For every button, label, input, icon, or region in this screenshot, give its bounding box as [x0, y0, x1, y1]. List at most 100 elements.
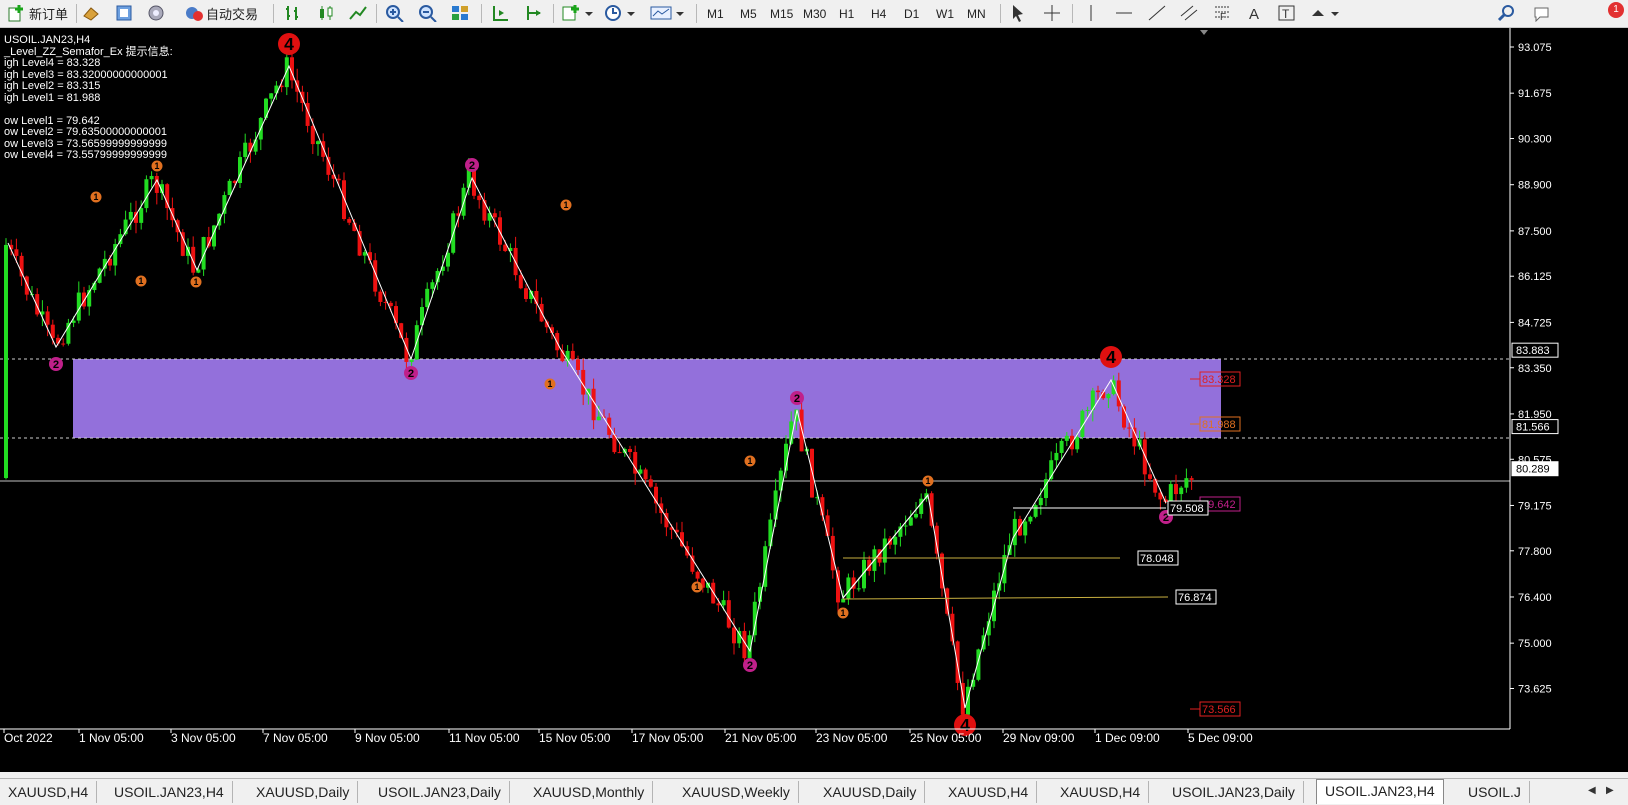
tab-scroll-left-icon[interactable]: ◀	[1588, 785, 1596, 796]
candle-body	[316, 141, 320, 145]
tile-windows-icon[interactable]	[450, 4, 470, 22]
semafor-marker-label: 4	[1106, 347, 1116, 367]
timeframe-m15[interactable]: M15	[770, 5, 793, 23]
info-line	[4, 104, 173, 116]
candle-body	[253, 139, 258, 152]
arrows-dropdown-icon[interactable]	[1309, 4, 1343, 22]
text-label-icon[interactable]: T	[1277, 4, 1297, 22]
time-axis-label: 1 Dec 09:00	[1095, 731, 1160, 745]
candle-body	[342, 180, 346, 220]
level-label: 73.566	[1202, 704, 1236, 716]
tab-xauusd-daily-2[interactable]: XAUUSD,Daily	[815, 781, 926, 803]
candle-body	[893, 536, 898, 545]
tab-xauusd-h4[interactable]: XAUUSD,H4	[0, 781, 98, 803]
timeframe-mn[interactable]: MN	[967, 5, 986, 23]
symbol-header: USOIL.JAN23,H4	[4, 34, 91, 46]
chart-window[interactable]: 4 4 4 2 2 2 2 2 2 1 1 1 1 1 1 1 1 1 1 83.328 81.988 79.642 73.…	[0, 28, 1628, 772]
chart-tabs-bar: XAUUSD,H4 USOIL.JAN23,H4 XAUUSD,Daily US…	[0, 778, 1628, 805]
candle-body	[24, 276, 29, 295]
supply-zone-rectangle[interactable]	[73, 359, 1221, 438]
tab-usoil-h4-active[interactable]: USOIL.JAN23,H4	[1316, 779, 1444, 804]
auto-trading-button[interactable]: 自动交易	[177, 3, 265, 23]
tab-xauusd-weekly[interactable]: XAUUSD,Weekly	[674, 781, 799, 803]
chart-shift-icon[interactable]	[490, 4, 510, 22]
trendline-icon[interactable]	[1147, 4, 1167, 22]
price-axis-label: 93.075	[1518, 42, 1552, 54]
candle-body	[492, 213, 497, 218]
candle-body	[482, 200, 487, 221]
candle-body	[45, 311, 50, 325]
timeframe-d1[interactable]: D1	[904, 5, 919, 23]
price-axis-label: 79.175	[1518, 500, 1552, 512]
tab-xauusd-monthly[interactable]: XAUUSD,Monthly	[525, 781, 654, 803]
support-line-76874	[842, 596, 1169, 600]
autoscroll-icon[interactable]	[524, 4, 544, 22]
line-chart-icon[interactable]	[348, 4, 368, 22]
horizontal-line-icon[interactable]	[1114, 4, 1134, 22]
tab-usoil-daily[interactable]: USOIL.JAN23,Daily	[370, 781, 510, 803]
timeframe-h4[interactable]: H4	[871, 5, 886, 23]
candle-body	[1033, 505, 1038, 517]
search-icon[interactable]	[1497, 4, 1517, 22]
candle-body	[856, 588, 861, 590]
zoom-in-icon[interactable]	[385, 4, 405, 23]
candle-body	[336, 178, 341, 181]
tab-xauusd-h4-2[interactable]: XAUUSD,H4	[940, 781, 1038, 803]
toolbar-separator	[273, 4, 274, 23]
equidistant-channel-icon[interactable]	[1179, 4, 1199, 22]
candle-body	[139, 208, 144, 223]
candle-body	[638, 469, 643, 474]
templates-icon[interactable]	[650, 4, 686, 22]
price-axis-label: 81.566	[1516, 422, 1550, 434]
tab-usoil-h4[interactable]: USOIL.JAN23,H4	[106, 781, 233, 803]
new-order-button[interactable]: 新订单	[4, 3, 72, 23]
candle-body	[498, 217, 502, 245]
navigator-icon[interactable]	[114, 4, 134, 22]
candle-body	[128, 211, 133, 220]
cursor-icon[interactable]	[1008, 4, 1028, 22]
indicators-dropdown-icon[interactable]	[561, 4, 595, 22]
candle-body	[908, 517, 913, 526]
candle-body	[825, 515, 830, 536]
candle-body	[570, 350, 575, 360]
candle-body	[1179, 487, 1184, 495]
candle-body	[1189, 478, 1194, 480]
candle-body	[737, 630, 742, 644]
candle-body	[518, 275, 523, 289]
candle-body	[477, 195, 482, 201]
crosshair-icon[interactable]	[1042, 4, 1062, 22]
fibonacci-icon[interactable]: F	[1212, 4, 1232, 23]
tab-usoil-daily-2[interactable]: USOIL.JAN23,Daily	[1164, 781, 1304, 803]
semafor-marker-label: 1	[139, 276, 144, 286]
globe-icon[interactable]	[146, 4, 166, 22]
candle-body	[1174, 484, 1178, 495]
timeframe-m1[interactable]: M1	[707, 5, 724, 23]
time-axis-label: 17 Nov 05:00	[632, 731, 704, 745]
semafor-marker-label: 1	[748, 456, 753, 466]
tab-scroll-right-icon[interactable]: ▶	[1606, 785, 1614, 796]
vertical-line-icon[interactable]	[1081, 4, 1101, 22]
candle-body	[310, 125, 315, 145]
candle-body	[1075, 437, 1080, 450]
market-watch-icon[interactable]	[81, 4, 101, 22]
time-axis-label: 5 Dec 09:00	[1188, 731, 1253, 745]
notifications-icon[interactable]	[1532, 4, 1552, 23]
candlestick-icon[interactable]	[316, 4, 336, 22]
text-icon[interactable]: A	[1245, 4, 1265, 23]
tab-xauusd-h4-3[interactable]: XAUUSD,H4	[1052, 781, 1150, 803]
tab-usoil-partial[interactable]: USOIL.J	[1460, 781, 1530, 803]
tab-xauusd-daily[interactable]: XAUUSD,Daily	[248, 781, 359, 803]
timeframe-m30[interactable]: M30	[803, 5, 826, 23]
zoom-out-icon[interactable]	[418, 4, 438, 23]
time-axis-label: 15 Nov 05:00	[539, 731, 611, 745]
svg-text:A: A	[1249, 6, 1259, 22]
svg-text:T: T	[1282, 7, 1290, 21]
bar-chart-icon[interactable]	[283, 4, 303, 22]
timeframe-w1[interactable]: W1	[936, 5, 954, 23]
timeframe-h1[interactable]: H1	[839, 5, 854, 23]
candle-body	[243, 142, 248, 158]
periods-clock-icon[interactable]	[603, 4, 637, 22]
timeframe-m5[interactable]: M5	[740, 5, 757, 23]
candle-body	[1059, 440, 1064, 453]
price-chart[interactable]: 444222222111 111111183.32881.98879.64273.…	[0, 28, 1628, 772]
